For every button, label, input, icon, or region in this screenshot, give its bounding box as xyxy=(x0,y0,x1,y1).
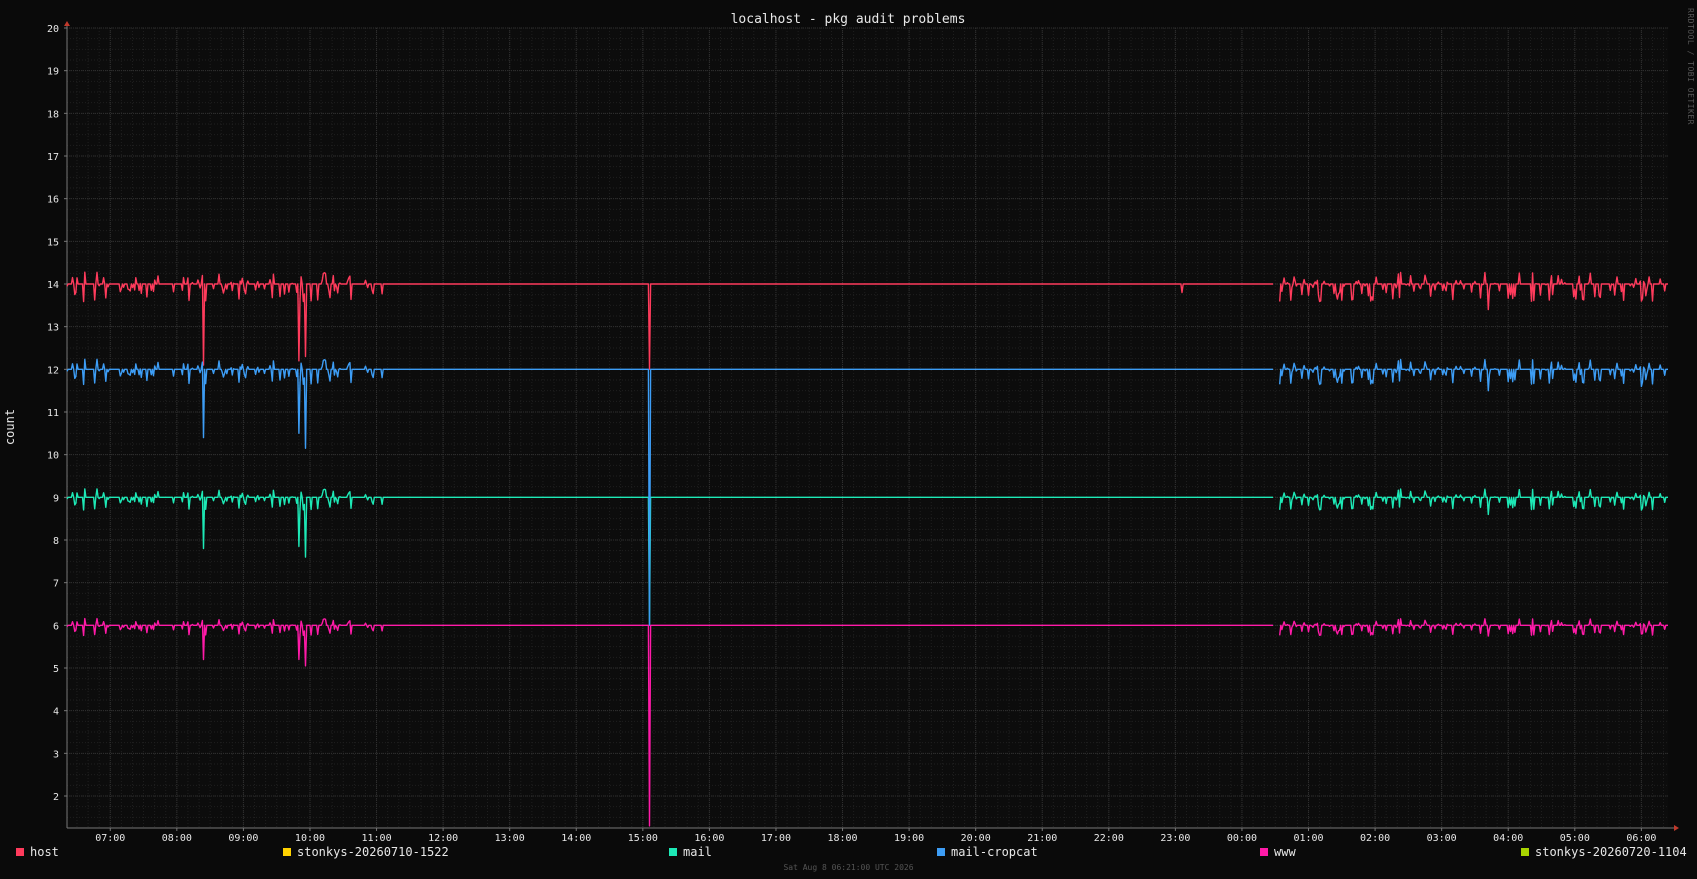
x-tick-label: 21:00 xyxy=(1027,833,1057,844)
x-tick-label: 05:00 xyxy=(1560,833,1590,844)
chart-grid xyxy=(67,27,1668,829)
y-tick-label: 16 xyxy=(47,195,59,206)
x-axis-arrow xyxy=(1674,825,1679,831)
y-tick-label: 6 xyxy=(53,621,59,632)
legend-swatch xyxy=(669,848,677,856)
legend-item: mail xyxy=(669,845,712,859)
legend-swatch xyxy=(937,848,945,856)
y-axis-title: count xyxy=(3,409,17,445)
legend-item: mail-cropcat xyxy=(937,845,1038,859)
y-tick-label: 7 xyxy=(53,579,59,590)
x-tick-label: 02:00 xyxy=(1360,833,1390,844)
y-tick-label: 20 xyxy=(47,24,59,35)
y-tick-label: 9 xyxy=(53,493,59,504)
y-tick-label: 5 xyxy=(53,664,59,675)
y-tick-label: 12 xyxy=(47,365,59,376)
x-tick-label: 04:00 xyxy=(1493,833,1523,844)
legend-label: host xyxy=(30,845,59,859)
x-tick-label: 17:00 xyxy=(761,833,791,844)
legend-label: mail xyxy=(683,845,712,859)
y-tick-label: 19 xyxy=(47,67,59,78)
y-axis-arrow xyxy=(64,21,70,26)
x-tick-label: 09:00 xyxy=(228,833,258,844)
plot-area xyxy=(67,28,1668,828)
x-tick-label: 13:00 xyxy=(495,833,525,844)
x-tick-label: 10:00 xyxy=(295,833,325,844)
x-tick-label: 23:00 xyxy=(1160,833,1190,844)
legend-label: www xyxy=(1274,845,1296,859)
x-tick-label: 07:00 xyxy=(95,833,125,844)
legend-label: stonkys-20260710-1522 xyxy=(297,845,449,859)
y-tick-label: 11 xyxy=(47,408,59,419)
legend-label: mail-cropcat xyxy=(951,845,1038,859)
legend-swatch xyxy=(1521,848,1529,856)
y-tick-label: 2 xyxy=(53,792,59,803)
legend-swatch xyxy=(1260,848,1268,856)
y-tick-label: 17 xyxy=(47,152,59,163)
chart-legend: host stonkys-20260710-1522 mail mail-cropca… xyxy=(0,845,1697,861)
legend-label: stonkys-20260720-1104 xyxy=(1535,845,1687,859)
y-tick-label: 3 xyxy=(53,749,59,760)
x-tick-label: 00:00 xyxy=(1227,833,1257,844)
x-tick-label: 12:00 xyxy=(428,833,458,844)
x-tick-label: 16:00 xyxy=(694,833,724,844)
x-tick-label: 08:00 xyxy=(162,833,192,844)
x-tick-label: 03:00 xyxy=(1427,833,1457,844)
x-tick-label: 14:00 xyxy=(561,833,591,844)
chart: 2 3 4 5 6 7 8 9 10 11 12 13 14 15 16 17 18 19 20 07:00 08:00… xyxy=(3,12,1679,844)
x-tick-label: 01:00 xyxy=(1293,833,1323,844)
legend-item: www xyxy=(1260,845,1296,859)
y-tick-label: 15 xyxy=(47,237,59,248)
x-tick-label: 22:00 xyxy=(1094,833,1124,844)
x-tick-label: 18:00 xyxy=(827,833,857,844)
rrdtool-watermark: RRDTOOL / TOBI OETIKER xyxy=(1686,8,1695,125)
x-tick-label: 11:00 xyxy=(361,833,391,844)
x-tick-label: 06:00 xyxy=(1626,833,1656,844)
y-tick-label: 14 xyxy=(47,280,59,291)
y-tick-label: 8 xyxy=(53,536,59,547)
y-tick-label: 10 xyxy=(47,451,59,462)
legend-item: stonkys-20260720-1104 xyxy=(1521,845,1687,859)
x-tick-label: 19:00 xyxy=(894,833,924,844)
footer-timestamp: Sat Aug 8 06:21:00 UTC 2026 xyxy=(783,863,914,872)
x-tick-label: 20:00 xyxy=(961,833,991,844)
legend-swatch xyxy=(283,848,291,856)
y-tick-label: 18 xyxy=(47,109,59,120)
legend-item: host xyxy=(16,845,59,859)
y-tick-label: 13 xyxy=(47,323,59,334)
chart-title: localhost - pkg audit problems xyxy=(731,12,966,27)
x-tick-label: 15:00 xyxy=(628,833,658,844)
legend-item: stonkys-20260710-1522 xyxy=(283,845,449,859)
y-tick-label: 4 xyxy=(53,707,59,718)
legend-swatch xyxy=(16,848,24,856)
